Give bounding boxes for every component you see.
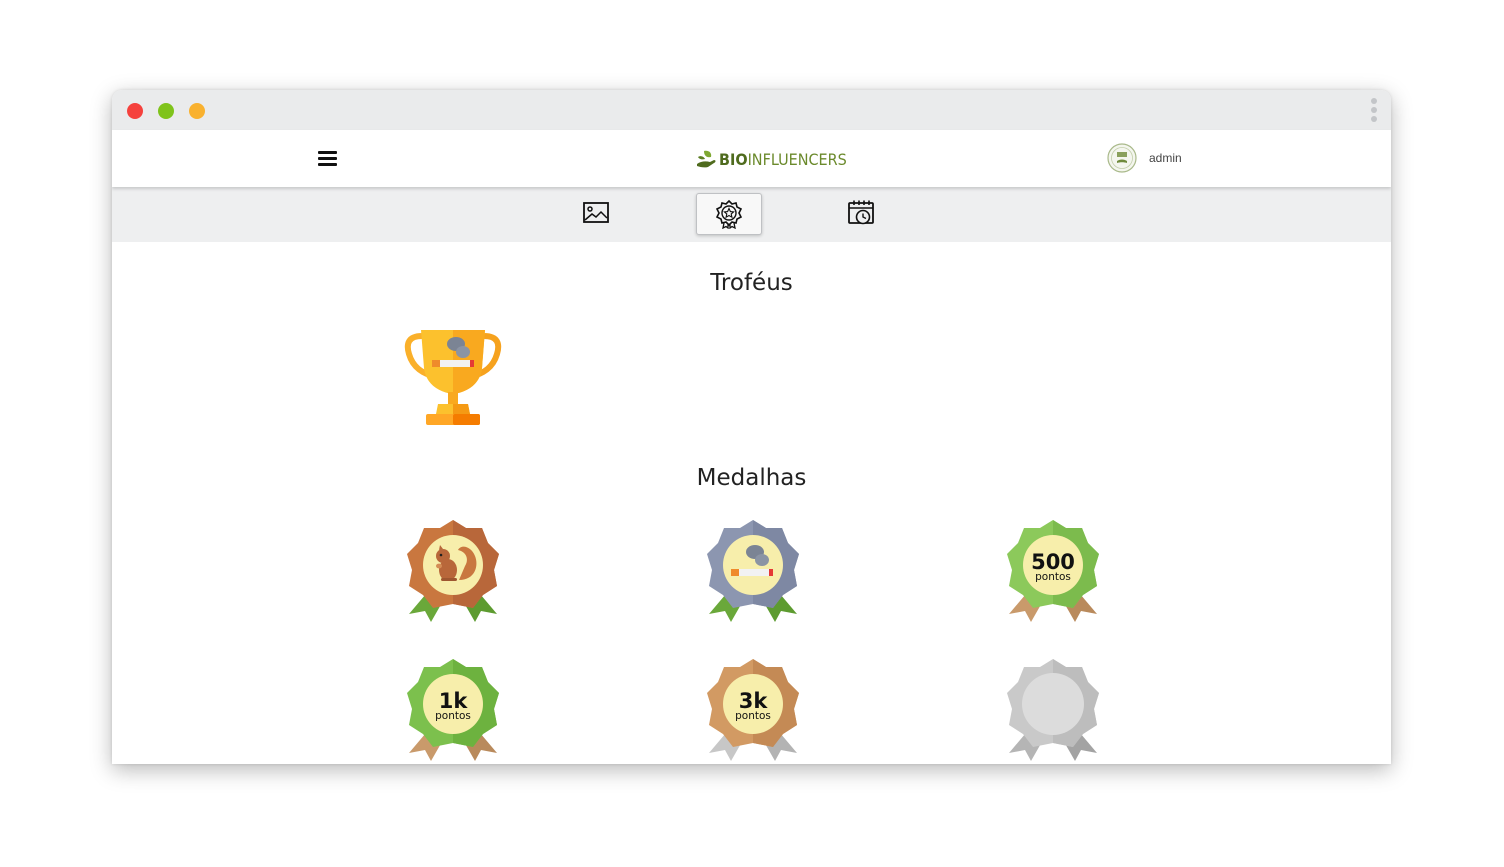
user-menu[interactable]: admin [1107, 143, 1182, 173]
points-medal-3k[interactable]: 3k pontos [703, 657, 803, 763]
medal-points-unit: pontos [435, 710, 471, 722]
logo-text-influencers: INFLUENCERS [747, 149, 847, 169]
medals-heading: Medalhas [696, 465, 807, 491]
app-header: BIO INFLUENCERS admin [112, 130, 1391, 187]
points-medal-1k[interactable]: 1k pontos [403, 657, 503, 763]
avatar [1107, 143, 1137, 173]
kebab-menu-icon[interactable] [1367, 98, 1381, 124]
close-window-button[interactable] [127, 103, 143, 119]
tab-gallery[interactable] [564, 193, 628, 233]
award-icon [715, 199, 743, 229]
medal-points-unit: pontos [1035, 571, 1071, 583]
trophies-heading: Troféus [710, 270, 793, 296]
tab-achievements[interactable] [696, 193, 762, 235]
hamburger-menu-icon[interactable] [318, 151, 337, 167]
minimize-window-button[interactable] [158, 103, 174, 119]
browser-window: BIO INFLUENCERS admin Troféus Medalhas 5… [112, 90, 1391, 764]
leaf-hand-icon [697, 150, 716, 168]
cigarette-medal-icon[interactable] [703, 518, 803, 624]
trophy-cigarette-icon[interactable] [404, 328, 502, 428]
squirrel-medal-icon[interactable] [403, 518, 503, 624]
tab-schedule[interactable] [829, 193, 893, 233]
username-label: admin [1149, 151, 1182, 165]
points-medal-500[interactable]: 500 pontos [1003, 518, 1103, 624]
image-icon [583, 202, 609, 223]
window-titlebar [112, 90, 1391, 130]
medal-points-unit: pontos [735, 710, 771, 722]
app-logo[interactable]: BIO INFLUENCERS [695, 147, 847, 171]
calendar-clock-icon [848, 200, 874, 225]
locked-medal-icon[interactable] [1003, 657, 1103, 763]
maximize-window-button[interactable] [189, 103, 205, 119]
logo-text-bio: BIO [719, 149, 748, 169]
section-tab-bar [112, 187, 1391, 242]
